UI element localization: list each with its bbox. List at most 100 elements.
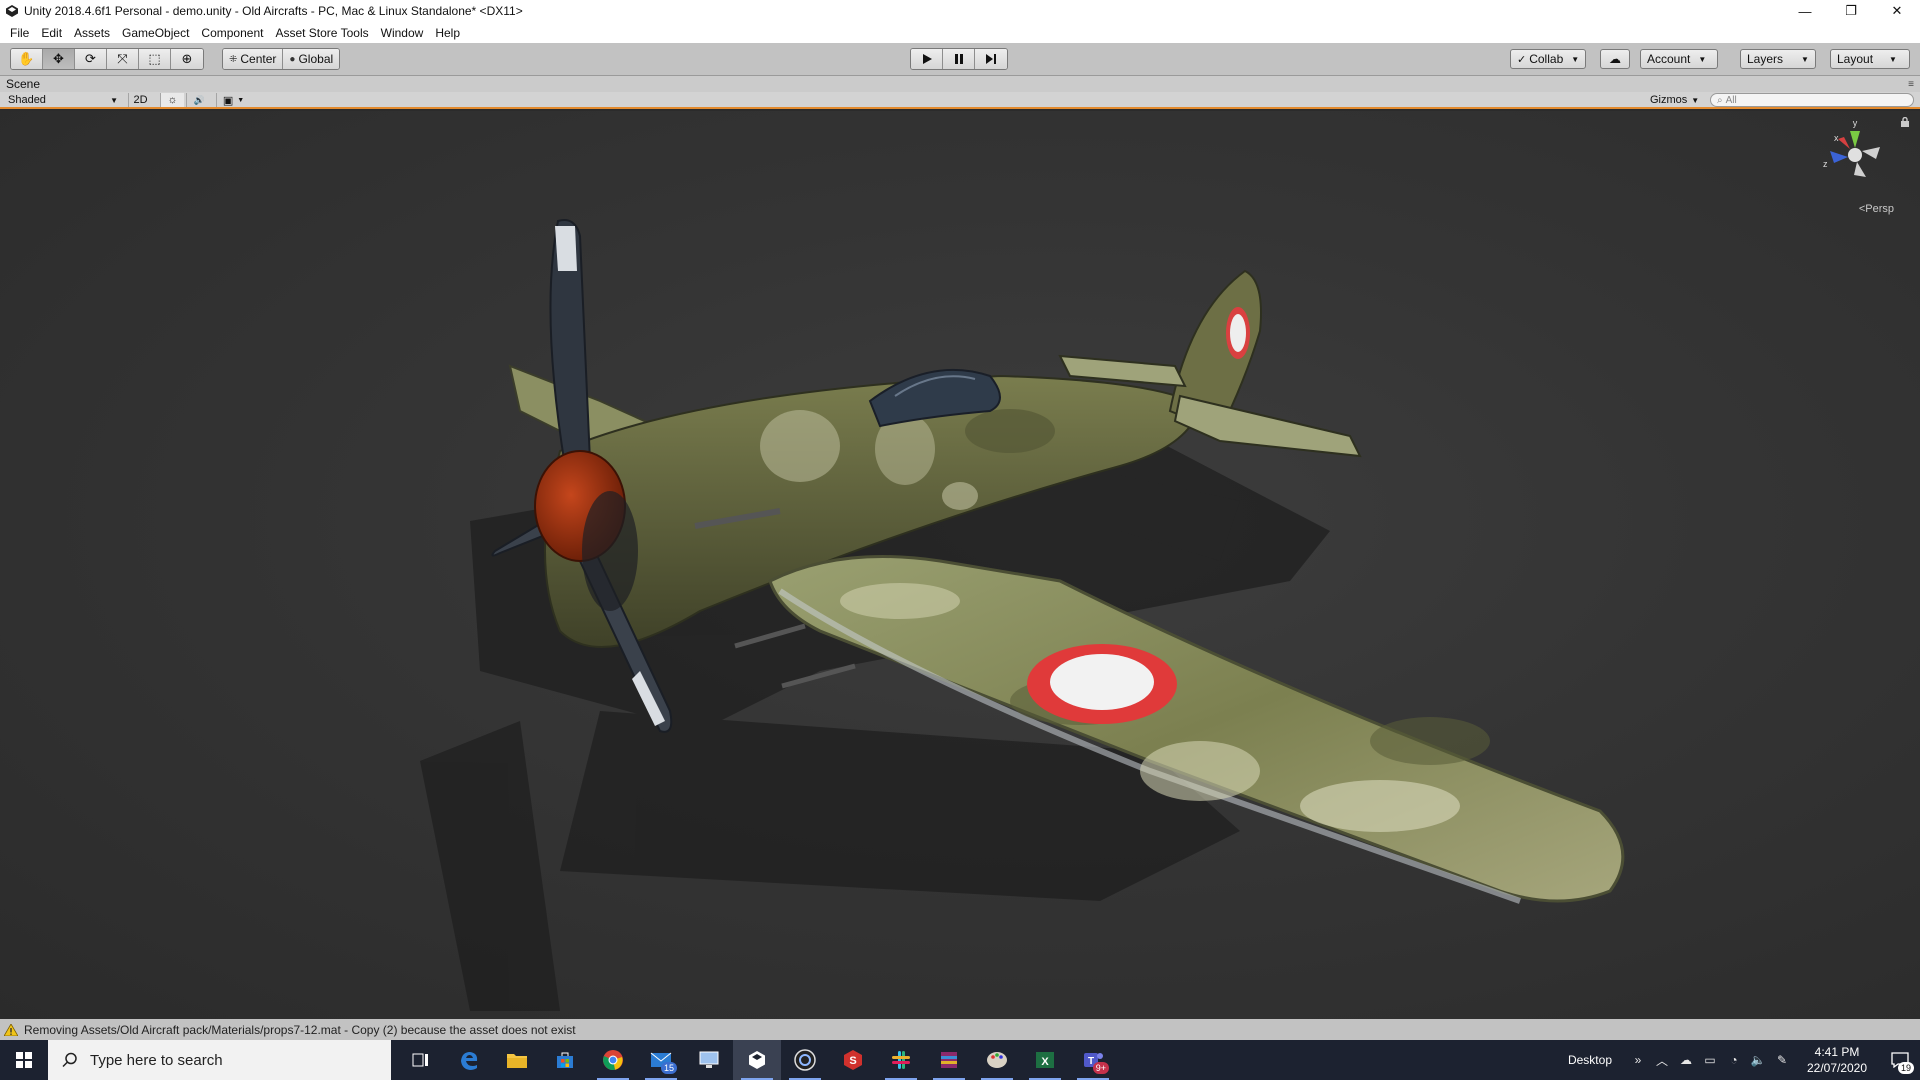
menu-gameobject[interactable]: GameObject — [116, 26, 195, 40]
pause-button[interactable] — [943, 49, 975, 69]
chrome-icon — [603, 1050, 623, 1070]
axis-x-label: x — [1834, 133, 1839, 143]
battery-icon[interactable]: ▭ — [1698, 1040, 1722, 1080]
edge-app[interactable] — [445, 1040, 493, 1080]
pivot-global-button[interactable]: ● Global — [283, 49, 340, 69]
minimize-button[interactable]: — — [1782, 0, 1828, 22]
chrome-app[interactable] — [589, 1040, 637, 1080]
menu-file[interactable]: File — [4, 26, 35, 40]
file-explorer-app[interactable] — [493, 1040, 541, 1080]
caret-down-icon: ▼ — [1691, 95, 1700, 105]
cloud-button[interactable]: ☁ — [1600, 49, 1630, 69]
remote-desktop-app[interactable] — [685, 1040, 733, 1080]
lighting-toggle[interactable]: ☼ — [160, 93, 184, 107]
account-dropdown[interactable]: Account ▼ — [1640, 49, 1718, 69]
onedrive-icon[interactable]: ☁ — [1674, 1040, 1698, 1080]
rotate-icon: ⟳ — [85, 51, 96, 66]
lock-icon[interactable] — [1900, 117, 1910, 127]
tab-menu-icon[interactable]: ≡ — [1908, 79, 1914, 90]
tab-scene[interactable]: Scene — [0, 77, 40, 91]
archive-app[interactable] — [925, 1040, 973, 1080]
unity-hub-app[interactable] — [781, 1040, 829, 1080]
move-icon: ✥ — [53, 51, 64, 66]
menu-help[interactable]: Help — [429, 26, 466, 40]
unity-icon — [749, 1051, 765, 1069]
wifi-icon[interactable]: ◔ — [1722, 1040, 1746, 1080]
globe-icon: ● — [289, 53, 296, 65]
paint-app[interactable] — [973, 1040, 1021, 1080]
store-app[interactable] — [541, 1040, 589, 1080]
caret-down-icon: ▼ — [237, 96, 245, 104]
windows-taskbar: Type here to search 15 S X T 9+ Desktop … — [0, 1040, 1920, 1080]
layout-dropdown[interactable]: Layout ▼ — [1830, 49, 1910, 69]
projection-text: Persp — [1865, 203, 1894, 215]
slack-app[interactable] — [877, 1040, 925, 1080]
transform-tool-button[interactable]: ⊕ — [171, 49, 203, 69]
rotation-label: Global — [298, 52, 334, 66]
scale-tool-button[interactable]: ⤧ — [107, 49, 139, 69]
account-label: Account — [1647, 52, 1691, 66]
projection-label[interactable]: <Persp — [1859, 203, 1894, 215]
menu-component[interactable]: Component — [195, 26, 269, 40]
taskbar-search-input[interactable]: Type here to search — [48, 1040, 391, 1080]
unity-app[interactable] — [733, 1040, 781, 1080]
mail-app[interactable]: 15 — [637, 1040, 685, 1080]
clock[interactable]: 4:41 PM 22/07/2020 — [1798, 1044, 1876, 1076]
collab-dropdown[interactable]: ✓ Collab ▼ — [1510, 49, 1587, 69]
effects-dropdown[interactable]: ▣ ▼ — [216, 93, 250, 107]
chevron-up-icon[interactable]: ︿ — [1650, 1040, 1674, 1080]
caret-down-icon: ▼ — [1889, 54, 1897, 64]
search-placeholder: All — [1725, 94, 1737, 106]
layers-dropdown[interactable]: Layers ▼ — [1740, 49, 1816, 69]
play-button[interactable] — [911, 49, 943, 69]
status-bar[interactable]: Removing Assets/Old Aircraft pack/Materi… — [0, 1019, 1920, 1040]
teams-badge: 9+ — [1092, 1062, 1109, 1074]
excel-app[interactable]: X — [1021, 1040, 1069, 1080]
store-icon — [557, 1052, 573, 1068]
menu-asset-store-tools[interactable]: Asset Store Tools — [269, 26, 374, 40]
rect-tool-button[interactable]: ⬚ — [139, 49, 171, 69]
rotate-tool-button[interactable]: ⟳ — [75, 49, 107, 69]
chevron-right-icon[interactable]: » — [1626, 1040, 1650, 1080]
desktop-toolbar-label[interactable]: Desktop — [1568, 1053, 1612, 1067]
hand-tool-button[interactable]: ✋ — [11, 49, 43, 69]
audio-toggle[interactable]: 🔊 — [186, 93, 212, 107]
shading-mode-label: Shaded — [8, 94, 46, 106]
mode-2d-toggle[interactable]: 2D — [128, 93, 152, 107]
svg-text:X: X — [1041, 1056, 1049, 1068]
task-view-button[interactable] — [397, 1040, 445, 1080]
pivot-label: Center — [240, 52, 277, 66]
menu-window[interactable]: Window — [375, 26, 430, 40]
menu-edit[interactable]: Edit — [35, 26, 68, 40]
status-message: Removing Assets/Old Aircraft pack/Materi… — [24, 1022, 576, 1037]
notification-badge: 19 — [1897, 1062, 1914, 1074]
s-app[interactable]: S — [829, 1040, 877, 1080]
pivot-center-button[interactable]: ⁜ Center — [223, 49, 284, 69]
step-button[interactable] — [975, 49, 1007, 69]
menu-assets[interactable]: Assets — [68, 26, 116, 40]
gizmos-label: Gizmos — [1650, 94, 1688, 106]
close-button[interactable]: ✕ — [1874, 0, 1920, 22]
scale-icon: ⤧ — [117, 51, 128, 66]
axis-y-label: y — [1853, 118, 1858, 128]
main-toolbar: ✋ ✥ ⟳ ⤧ ⬚ ⊕ ⁜ Center ● Global ✓ Collab ▼… — [0, 43, 1920, 76]
orientation-gizmo[interactable]: y x z — [1820, 117, 1890, 187]
scene-search-input[interactable]: ⌕ All — [1710, 93, 1914, 107]
action-center-button[interactable]: 19 — [1880, 1040, 1920, 1080]
shading-mode-dropdown[interactable]: Shaded ▼ — [4, 93, 122, 107]
scene-tab-bar: Scene ≡ — [0, 76, 1920, 92]
move-tool-button[interactable]: ✥ — [43, 49, 75, 69]
gizmos-dropdown[interactable]: Gizmos ▼ — [1650, 93, 1699, 107]
volume-icon[interactable]: 🔈 — [1746, 1040, 1770, 1080]
pen-icon[interactable]: ✎ — [1770, 1040, 1794, 1080]
clock-time: 4:41 PM — [1814, 1045, 1860, 1059]
caret-down-icon: ▼ — [1801, 54, 1809, 64]
check-icon: ✓ — [1517, 53, 1527, 66]
scene-viewport[interactable]: y x z <Persp — [0, 111, 1920, 1019]
teams-app[interactable]: T 9+ — [1069, 1040, 1117, 1080]
caret-down-icon: ▼ — [1698, 54, 1707, 64]
maximize-button[interactable]: ❐ — [1828, 0, 1874, 22]
cloud-icon: ☁ — [1609, 52, 1621, 66]
start-button[interactable] — [0, 1040, 48, 1080]
hub-icon — [794, 1049, 816, 1071]
